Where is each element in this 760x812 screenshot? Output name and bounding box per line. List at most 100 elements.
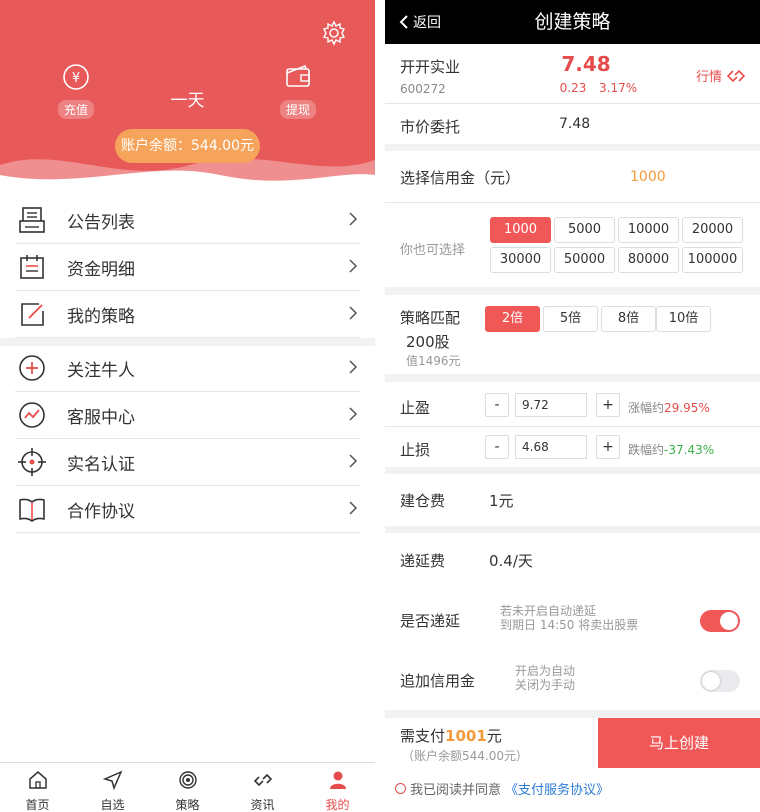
- recharge-label: 充值: [57, 100, 94, 119]
- multiplier-option[interactable]: 10倍: [656, 306, 711, 332]
- stock-change-pct: 3.17%: [599, 81, 638, 95]
- send-icon: [102, 770, 122, 791]
- stop-loss-note: 跌幅约-37.43%: [628, 441, 714, 458]
- defer-fee-value: 0.4/天: [489, 552, 533, 570]
- match-label: 策略匹配: [400, 309, 461, 327]
- back-label: 返回: [413, 15, 441, 31]
- menu-item-funds[interactable]: 资金明细: [15, 244, 360, 291]
- take-profit-row: 止盈 - 9.72 + 涨幅约29.95%: [385, 382, 760, 426]
- page-title: 创建策略: [534, 11, 611, 33]
- recharge-button[interactable]: ¥ 充值: [46, 60, 106, 119]
- agreement-link[interactable]: 《支付服务协议》: [505, 779, 609, 798]
- amount-option[interactable]: 50000: [554, 247, 615, 273]
- menu-label: 客服中心: [67, 407, 135, 428]
- defer-toggle[interactable]: [700, 610, 740, 632]
- menu-item-notices[interactable]: 公告列表: [15, 197, 360, 244]
- add-credit-toggle[interactable]: [700, 670, 740, 692]
- agreement-text: 我已阅读并同意: [410, 783, 502, 798]
- multiplier-option[interactable]: 5倍: [543, 306, 598, 332]
- pay-amount: 1001: [445, 727, 487, 745]
- home-icon: [28, 771, 47, 789]
- withdraw-button[interactable]: 提现: [268, 60, 328, 119]
- amount-option[interactable]: 30000: [490, 247, 551, 273]
- amount-option[interactable]: 1000: [490, 217, 551, 243]
- chevron-right-icon: [349, 306, 358, 320]
- wallet-icon: [286, 64, 310, 87]
- open-fee-label: 建仓费: [400, 492, 446, 510]
- tab-mine[interactable]: 我的: [300, 763, 375, 812]
- multiplier-option[interactable]: 2倍: [485, 306, 540, 332]
- link-icon: [253, 773, 272, 787]
- pay-bar: 需支付1001元 （账户余额544.00元） 马上创建: [385, 718, 760, 768]
- defer-row: 是否递延 若未开启自动递延 到期日 14:50 将卖出股票: [385, 590, 760, 650]
- link-chain-icon: [726, 69, 746, 82]
- amount-option[interactable]: 5000: [554, 217, 615, 243]
- menu-item-follow[interactable]: 关注牛人: [15, 345, 360, 392]
- menu-item-verify[interactable]: 实名认证: [15, 439, 360, 486]
- credit-value: 1000: [630, 169, 666, 185]
- edit-icon: [21, 303, 44, 326]
- add-credit-hint-1: 开启为自动: [515, 664, 576, 678]
- section-gap: [385, 287, 760, 295]
- take-profit-minus-button[interactable]: -: [485, 393, 509, 417]
- menu-item-service[interactable]: 客服中心: [15, 392, 360, 439]
- section-gap: [385, 467, 760, 474]
- open-fee-row: 建仓费 1元: [385, 474, 760, 526]
- profile-screen: ¥ 充值 一天 提现 账户余额：544.00元 公告列表 资金明细 我的策略 关…: [0, 0, 375, 812]
- stop-loss-input[interactable]: 4.68: [515, 435, 587, 459]
- amount-option[interactable]: 10000: [618, 217, 679, 243]
- top-nav-bar: 创建策略 返回: [385, 0, 760, 44]
- menu-label: 我的策略: [67, 306, 135, 327]
- amount-option[interactable]: 100000: [682, 247, 743, 273]
- agree-checkbox[interactable]: [395, 783, 406, 794]
- match-worth: 值1496元: [406, 354, 461, 368]
- target-icon: [18, 448, 46, 476]
- amount-option[interactable]: 80000: [618, 247, 679, 273]
- take-profit-plus-button[interactable]: +: [596, 393, 620, 417]
- pay-balance-note: （账户余额544.00元）: [402, 749, 528, 763]
- stop-loss-plus-button[interactable]: +: [596, 435, 620, 459]
- calendar-icon: [20, 255, 44, 279]
- withdraw-label: 提现: [279, 100, 316, 119]
- defer-fee-label: 递延费: [400, 552, 446, 570]
- quote-link[interactable]: 行情: [696, 66, 746, 85]
- menu-item-agreement[interactable]: 合作协议: [15, 486, 360, 533]
- tab-news[interactable]: 资讯: [225, 763, 300, 812]
- take-profit-input[interactable]: 9.72: [515, 393, 587, 417]
- stock-price: 7.48: [561, 52, 611, 76]
- settings-gear-icon[interactable]: [321, 20, 347, 46]
- profile-header: ¥ 充值 一天 提现 账户余额：544.00元: [0, 0, 375, 195]
- section-gap: [385, 526, 760, 533]
- chevron-right-icon: [349, 407, 358, 421]
- stop-loss-minus-button[interactable]: -: [485, 435, 509, 459]
- stock-code: 600272: [400, 82, 446, 96]
- tab-label: 我的: [325, 798, 350, 812]
- defer-label: 是否递延: [400, 612, 461, 630]
- add-credit-label: 追加信用金: [400, 672, 476, 690]
- tab-strategy[interactable]: 策略: [150, 763, 225, 812]
- pay-suffix: 元: [486, 727, 502, 745]
- tab-home[interactable]: 首页: [0, 763, 75, 812]
- take-profit-pct: 29.95%: [664, 401, 710, 415]
- chevron-right-icon: [349, 212, 358, 226]
- tab-label: 资讯: [250, 798, 275, 812]
- tab-watchlist[interactable]: 自选: [75, 763, 150, 812]
- defer-hint-1: 若未开启自动递延: [500, 604, 597, 618]
- amount-option[interactable]: 20000: [682, 217, 743, 243]
- add-credit-row: 追加信用金 开启为自动 关闭为手动: [385, 650, 760, 710]
- multiplier-option[interactable]: 8倍: [601, 306, 656, 332]
- take-profit-note-prefix: 涨幅约: [628, 401, 665, 415]
- menu-item-strategies[interactable]: 我的策略: [15, 291, 360, 338]
- open-fee-value: 1元: [489, 492, 514, 510]
- take-profit-label: 止盈: [400, 399, 431, 417]
- create-now-button[interactable]: 马上创建: [598, 718, 760, 768]
- chevron-left-icon: [399, 15, 408, 29]
- menu-label: 公告列表: [67, 212, 135, 233]
- menu-label: 合作协议: [67, 501, 135, 522]
- notice-icon: [19, 207, 45, 233]
- book-icon: [19, 498, 45, 522]
- stop-loss-row: 止损 - 4.68 + 跌幅约-37.43%: [385, 427, 760, 467]
- back-button[interactable]: 返回: [399, 12, 441, 32]
- user-icon: [329, 771, 346, 789]
- agreement-row[interactable]: 我已阅读并同意 《支付服务协议》: [395, 779, 609, 798]
